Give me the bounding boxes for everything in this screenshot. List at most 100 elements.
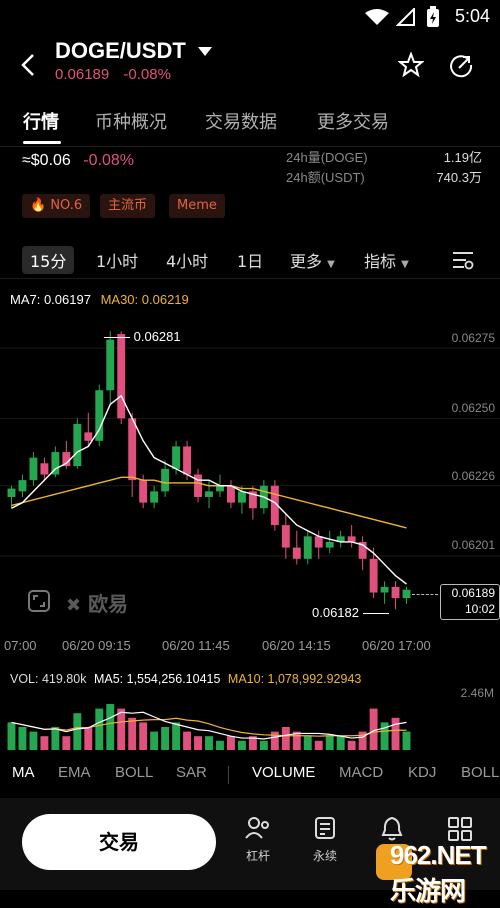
volume-ma5-line (11, 711, 407, 740)
battery-icon (427, 6, 439, 27)
price-axis-label: 0.06275 (451, 331, 495, 345)
tab-market[interactable]: 行情 (23, 108, 59, 134)
candle-body[interactable] (150, 491, 159, 503)
candle-body[interactable] (402, 589, 411, 599)
interval-4h[interactable]: 4小时 (166, 248, 208, 272)
amount-value: 740.3万 (436, 170, 482, 185)
candle-body[interactable] (18, 480, 27, 492)
vol-value: 1.19亿 (443, 150, 482, 165)
indicator-boll-sub[interactable]: BOLL (461, 764, 499, 781)
candle-body[interactable] (29, 457, 38, 481)
indicator-sar[interactable]: SAR (176, 764, 207, 781)
time-axis-label: 06/20 14:15 (262, 638, 331, 653)
star-icon[interactable] (398, 52, 424, 78)
candle-body[interactable] (216, 485, 224, 492)
indicator-ma[interactable]: MA (12, 764, 35, 781)
tag-meme[interactable]: Meme (169, 194, 225, 218)
candlestick-chart[interactable] (0, 310, 500, 630)
candle-body[interactable] (281, 525, 290, 548)
price-axis-label: 0.06226 (451, 469, 495, 483)
candle-body[interactable] (183, 446, 192, 475)
candle-body[interactable] (314, 536, 323, 548)
pair-title[interactable]: DOGE/USDT (55, 38, 212, 64)
volume-bar (18, 727, 27, 750)
volume-bar (117, 708, 126, 750)
volume-bar (270, 731, 279, 750)
tag-rank[interactable]: 🔥 NO.6 (22, 194, 91, 218)
volume-bar (95, 708, 104, 750)
candle-body[interactable] (226, 485, 235, 503)
nav-perpetual[interactable]: 永续 (305, 816, 345, 864)
tab-more-trading[interactable]: 更多交易 (317, 108, 389, 134)
indicator-menu[interactable]: 指标 ▼ (364, 248, 409, 272)
volume-bar (303, 736, 312, 750)
candle-body[interactable] (347, 536, 356, 542)
candle-body[interactable] (139, 480, 148, 503)
chart-settings-icon[interactable] (452, 250, 474, 270)
tag-mainstream[interactable]: 主流币 (100, 194, 156, 218)
low-marker-line (362, 613, 389, 615)
vol-ma5-label: MA5: 1,554,256.10415 (93, 672, 221, 686)
indicator-macd[interactable]: MACD (339, 764, 383, 781)
indicator-boll[interactable]: BOLL (115, 764, 153, 781)
volume-bar (205, 736, 213, 750)
candle-body[interactable] (391, 586, 400, 599)
nav-perpetual-label: 永续 (312, 849, 337, 863)
candle-body[interactable] (106, 339, 115, 391)
volume-bar (40, 736, 49, 750)
volume-bar (172, 722, 181, 750)
volume-bar (150, 731, 159, 750)
time-axis-label: 06/20 17:00 (362, 638, 431, 653)
pair-name[interactable]: DOGE/USDT (55, 38, 186, 63)
candle-countdown: 10:02 (464, 602, 495, 616)
header-price-line: 0.06189 -0.08% (55, 66, 171, 83)
indicator-volume[interactable]: VOLUME (252, 764, 315, 781)
candle-body[interactable] (40, 463, 49, 475)
time-axis-label: 06/20 09:15 (62, 638, 131, 653)
main-tabs: 行情 币种概况 交易数据 更多交易 (0, 104, 500, 147)
volume-bar (161, 727, 170, 750)
back-icon[interactable] (18, 52, 38, 78)
last-price-box: 0.06189 10:02 (440, 584, 500, 620)
volume-chart[interactable] (0, 700, 500, 752)
volume-max-label: 2.46M (460, 686, 494, 700)
candle-body[interactable] (380, 586, 389, 593)
indicator-ema[interactable]: EMA (58, 764, 91, 781)
candle-body[interactable] (369, 558, 378, 593)
candle-body[interactable] (172, 446, 181, 469)
wifi-icon (365, 9, 389, 25)
share-icon[interactable] (448, 52, 474, 78)
caret-down-icon[interactable] (197, 47, 212, 57)
candle-body[interactable] (325, 541, 334, 548)
nav-margin[interactable]: 杠杆 (238, 816, 278, 864)
tab-coin-overview[interactable]: 币种概况 (95, 108, 167, 134)
trade-button[interactable]: 交易 (22, 814, 216, 870)
candle-body[interactable] (237, 491, 246, 503)
candle-body[interactable] (205, 491, 213, 497)
tab-trading-data[interactable]: 交易数据 (205, 108, 277, 134)
candle-body[interactable] (84, 432, 93, 441)
bottom-bar: 交易 杠杆 永续 962.NET 乐游网 (0, 798, 500, 906)
candle-body[interactable] (161, 468, 170, 492)
volume-bar (7, 722, 16, 750)
candle-body[interactable] (128, 418, 137, 481)
interval-more[interactable]: 更多 ▼ (290, 248, 335, 272)
candle-body[interactable] (117, 334, 126, 419)
candle-body[interactable] (292, 547, 301, 559)
interval-15m[interactable]: 15分 (22, 246, 75, 274)
interval-1h[interactable]: 1小时 (96, 248, 138, 272)
fire-icon: 🔥 (30, 198, 47, 213)
candle-body[interactable] (194, 474, 202, 497)
vol-legend-label: VOL: 419.80k (10, 672, 87, 686)
volume-bar (402, 731, 411, 750)
fullscreen-icon[interactable] (28, 590, 50, 612)
interval-1d[interactable]: 1日 (237, 248, 263, 272)
candle-body[interactable] (7, 488, 16, 497)
ma7-label: MA7: 0.06197 (10, 292, 91, 307)
volume-bar (237, 740, 246, 750)
candle-body[interactable] (73, 423, 82, 467)
indicator-kdj[interactable]: KDJ (408, 764, 436, 781)
tab-active-indicator (23, 141, 61, 144)
candle-body[interactable] (303, 536, 312, 559)
vol-label: 24h量(DOGE) (286, 150, 368, 165)
